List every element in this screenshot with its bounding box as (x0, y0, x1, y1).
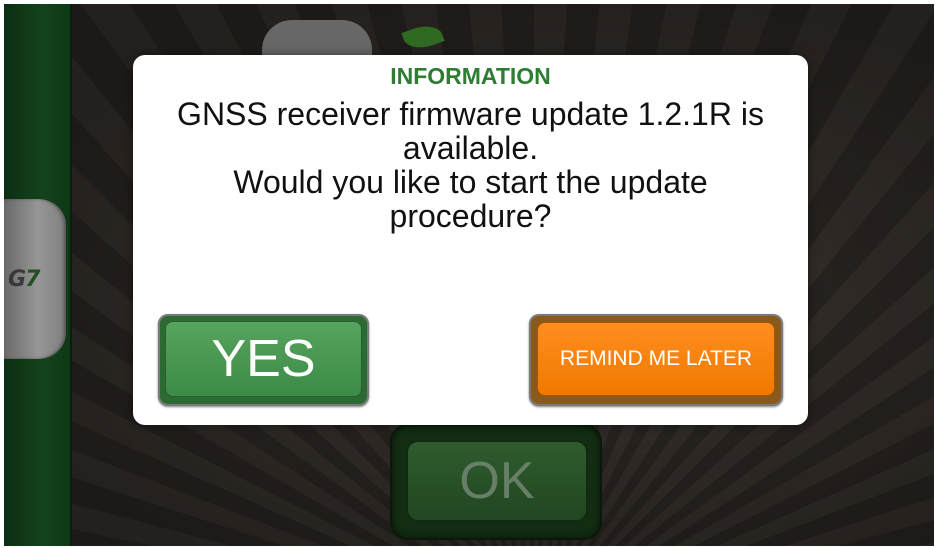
screen: G7 OK INFORMATION GNSS receiver firmware… (4, 4, 934, 546)
yes-button[interactable]: YES (165, 321, 362, 397)
message-line: available. (402, 130, 539, 166)
message-line: Would you like to start the update (233, 164, 708, 200)
dialog-message: GNSS receiver firmware update 1.2.1R is … (133, 97, 808, 233)
information-dialog: INFORMATION GNSS receiver firmware updat… (133, 55, 808, 425)
dialog-title: INFORMATION (390, 63, 551, 89)
message-line: procedure? (389, 198, 552, 234)
message-line: GNSS receiver firmware update 1.2.1R is (177, 96, 764, 132)
remind-later-button[interactable]: REMIND ME LATER (537, 322, 775, 396)
yes-button-frame: YES (158, 314, 369, 406)
remind-later-button-frame: REMIND ME LATER (529, 314, 783, 406)
